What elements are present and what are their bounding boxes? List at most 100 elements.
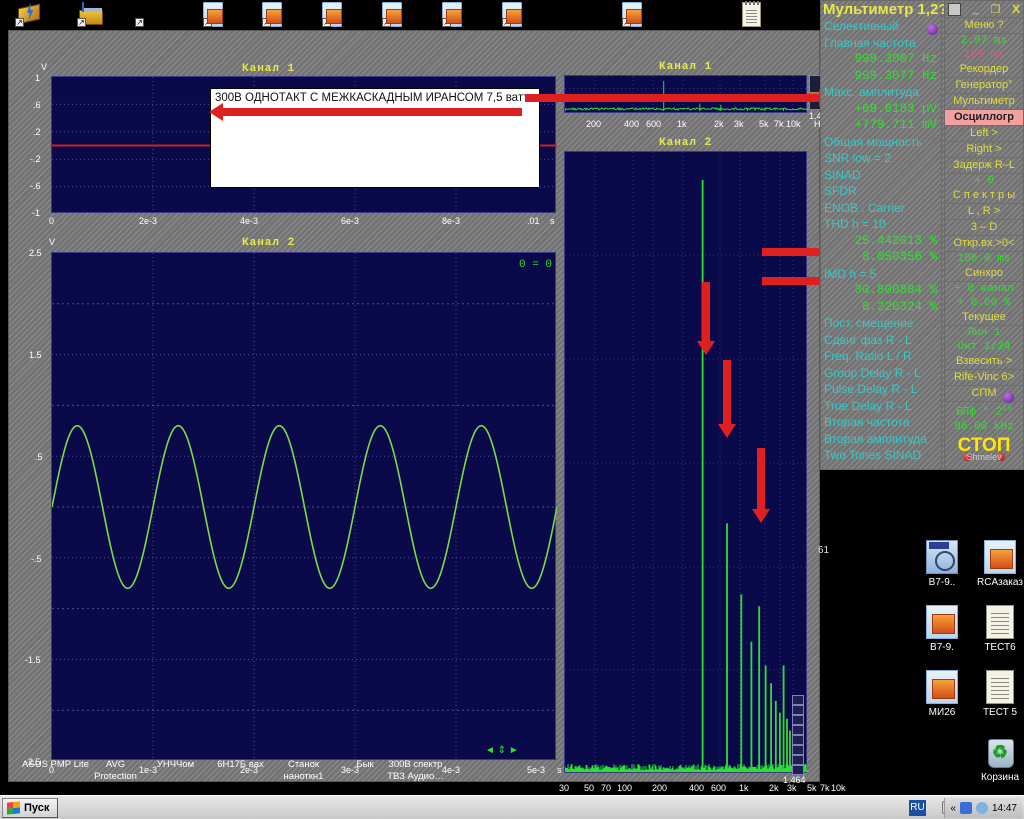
multimeter-label-row[interactable]: ENOB . Carrier xyxy=(821,200,941,217)
menu-value[interactable]: 109 ms xyxy=(945,48,1023,62)
menu-value[interactable]: 2.97 ms xyxy=(945,34,1023,48)
blank-shortcut-icon[interactable] xyxy=(136,2,162,28)
notepad-icon-1[interactable] xyxy=(742,2,768,28)
multimeter-label-row[interactable]: Вторая частота xyxy=(821,414,941,431)
multimeter-value-row[interactable]: 8.050356 % xyxy=(821,249,941,266)
multimeter-label-row[interactable]: SNR low = 2 xyxy=(821,150,941,167)
menu-item[interactable]: Rife-Vinc 6> xyxy=(945,370,1023,386)
menu-value[interactable]: 96.00 kHz xyxy=(945,420,1023,434)
annotation-arrow-down-1 xyxy=(702,282,710,342)
desktop-icon[interactable]: Корзина xyxy=(963,735,1024,783)
menu-value[interactable]: + 0.00 % xyxy=(945,296,1023,310)
document-icon-5[interactable] xyxy=(442,2,468,28)
scope-channel2-plot[interactable] xyxy=(51,252,556,760)
spectrum-channel2-plot[interactable] xyxy=(564,151,807,773)
app-window-button[interactable]: 300В спектр ТВЗ Аудио… xyxy=(363,758,468,786)
multimeter-readouts-panel: Мультиметр 1,2? Селективный Главная часто… xyxy=(820,0,942,470)
multimeter-value-row[interactable]: +779.711 mV xyxy=(821,117,941,134)
multimeter-value-row[interactable]: 999.3077 Hz xyxy=(821,68,941,85)
scope-channel2-panel: Канал 2 V 2.5 1.5 .5 -.5 -1.5 -2.5 0 1e-… xyxy=(17,235,562,795)
menu-item[interactable]: Текущее xyxy=(945,310,1023,326)
mixer-shortcut-icon[interactable] xyxy=(78,2,104,28)
menu-value[interactable]: 100.0 ms xyxy=(945,252,1023,266)
menu-item-oscilloscope[interactable]: Осциллогр xyxy=(945,110,1023,126)
scope1-ytick-5: -1 xyxy=(32,208,40,218)
multimeter-value-row[interactable]: 999.3007 Hz xyxy=(821,51,941,68)
multimeter-label-row[interactable]: Group Delay R - L xyxy=(821,365,941,382)
multimeter-label-row[interactable]: Pulse Delay R - L xyxy=(821,381,941,398)
menu-item[interactable]: Рекордер xyxy=(945,62,1023,78)
multimeter-value-row[interactable]: 25.442013 % xyxy=(821,233,941,250)
multimeter-label-row[interactable]: Главная частота xyxy=(821,35,941,52)
doc-icon xyxy=(984,540,1016,574)
menu-value[interactable]: Окт 1/24 xyxy=(945,340,1023,354)
menu-item[interactable]: Синхро xyxy=(945,266,1023,282)
network-icon[interactable] xyxy=(960,802,972,814)
menu-item[interactable]: Меню ? xyxy=(945,18,1023,34)
menu-item[interactable]: Генератор° xyxy=(945,78,1023,94)
spm-indicator[interactable] xyxy=(1003,392,1014,403)
note-popup-text: 300В ОДНОТАКТ С МЕЖКАСКАДНЫМ ИРАНСОМ 7,5… xyxy=(211,89,539,104)
clock[interactable]: 14:47 xyxy=(992,803,1017,814)
lightning-shortcut-icon[interactable] xyxy=(16,2,42,28)
tray-expand-icon[interactable]: « xyxy=(950,803,956,814)
menu-item[interactable]: 3 – D xyxy=(945,220,1023,236)
menu-item[interactable]: Right > xyxy=(945,142,1023,158)
update-icon[interactable] xyxy=(976,802,988,814)
document-icon-7[interactable] xyxy=(622,2,648,28)
scope2-pan-controls[interactable]: ◄ ⇕ ► xyxy=(485,745,519,756)
document-icon-1[interactable] xyxy=(203,2,229,28)
menu-item[interactable]: Мультиметр xyxy=(945,94,1023,110)
scope-channel2-title: Канал 2 xyxy=(242,237,295,249)
multimeter-label-row[interactable]: Макс. амплитуда xyxy=(821,84,941,101)
multimeter-label-row[interactable]: Вторая амплитуда xyxy=(821,431,941,448)
menu-value[interactable]: БПф ° 216 xyxy=(945,402,1023,420)
menu-item[interactable]: С п е к т р ы xyxy=(945,188,1023,204)
multimeter-label-row[interactable]: Freq. Ratio L / R xyxy=(821,348,941,365)
desktop-icon[interactable]: ТЕСТ 5 xyxy=(963,670,1024,718)
desktop-icon[interactable]: ТЕСТ6 xyxy=(963,605,1024,653)
app-system-icon[interactable] xyxy=(948,3,961,16)
multimeter-value-row[interactable]: 30.800884 % xyxy=(821,282,941,299)
menu-item[interactable]: Откр.вх.>0< xyxy=(945,236,1023,252)
multimeter-window: Мультиметр 1,2? Селективный Главная часто… xyxy=(820,0,1024,470)
menu-value[interactable]: Лин 1 xyxy=(945,326,1023,340)
multimeter-label-row[interactable]: SINAD xyxy=(821,167,941,184)
close-button[interactable]: X xyxy=(1012,2,1020,16)
menu-value[interactable]: + 0 xyxy=(945,174,1023,188)
scope2-ytick-0: 2.5 xyxy=(29,248,42,258)
menu-item[interactable]: Взвесить > xyxy=(945,354,1023,370)
minimize-button[interactable]: _ xyxy=(973,3,979,15)
desktop-icon-label: ТЕСТ6 xyxy=(963,642,1024,653)
document-icon-3[interactable] xyxy=(322,2,348,28)
multimeter-label-row[interactable]: SFDR xyxy=(821,183,941,200)
menu-item[interactable]: L , R > xyxy=(945,204,1023,220)
spec2-xtick-12: 10k xyxy=(831,783,846,793)
multimeter-label-row[interactable]: Общая мощность xyxy=(821,134,941,151)
multimeter-label-row[interactable]: True Delay R - L xyxy=(821,398,941,415)
multimeter-label-row[interactable]: Сдвиг фаз R - L xyxy=(821,332,941,349)
desktop-icon[interactable]: RCAзаказ xyxy=(963,540,1024,588)
multimeter-label-row[interactable]: Пост. смещение xyxy=(821,315,941,332)
multimeter-value-row[interactable]: 8.220324 % xyxy=(821,299,941,316)
document-icon-6[interactable] xyxy=(502,2,528,28)
document-icon-4[interactable] xyxy=(382,2,408,28)
start-button[interactable]: Пуск xyxy=(2,798,58,818)
menu-item[interactable]: Left > xyxy=(945,126,1023,142)
selective-mode-indicator[interactable] xyxy=(927,24,938,35)
multimeter-label-row[interactable]: Селективный xyxy=(821,18,941,35)
maximize-button[interactable]: ❐ xyxy=(990,3,1000,16)
multimeter-value-row[interactable]: +69.6183 µV xyxy=(821,101,941,118)
scope1-xtick-4: 8e-3 xyxy=(442,216,460,226)
note-popup[interactable]: 300В ОДНОТАКТ С МЕЖКАСКАДНЫМ ИРАНСОМ 7,5… xyxy=(210,88,540,188)
scope1-ytick-4: -.6 xyxy=(30,181,41,191)
multimeter-label-row[interactable]: THD h = 10 xyxy=(821,216,941,233)
multimeter-label-row[interactable]: Two Tones SINAD xyxy=(821,447,941,464)
language-indicator[interactable]: RU xyxy=(909,800,926,816)
system-tray: « 14:47 xyxy=(944,798,1022,818)
menu-item[interactable]: Задерж R–L xyxy=(945,158,1023,174)
document-icon-2[interactable] xyxy=(262,2,288,28)
scope2-ytick-1: 1.5 xyxy=(29,350,42,360)
menu-value[interactable]: + 0 канал xyxy=(945,282,1023,296)
multimeter-label-row[interactable]: IMD h = 5 xyxy=(821,266,941,283)
